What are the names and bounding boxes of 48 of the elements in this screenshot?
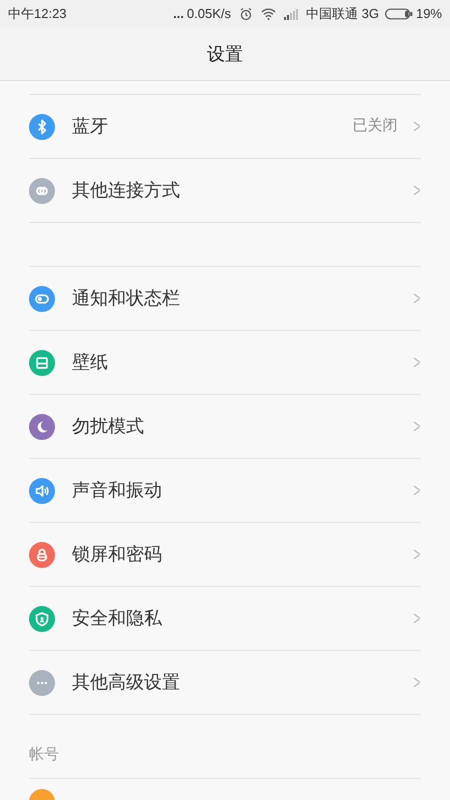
chevron-icon: > — [414, 348, 421, 378]
battery-percent: 19% — [416, 5, 442, 24]
row-label: 蓝牙 — [72, 115, 109, 138]
settings-row[interactable]: 声音和振动 > — [29, 459, 421, 523]
row-label: 声音和振动 — [72, 479, 163, 502]
chevron-icon: > — [414, 540, 421, 570]
row-value: 已关闭 — [352, 116, 398, 136]
settings-row[interactable]: 其他高级设置 > — [29, 651, 421, 715]
row-label: 其他连接方式 — [72, 179, 181, 202]
bluetooth-icon — [29, 114, 55, 140]
link-icon — [29, 178, 55, 204]
chevron-icon: > — [414, 668, 421, 698]
chevron-icon: > — [414, 604, 421, 634]
row-label: 安全和隐私 — [72, 607, 163, 630]
wifi-icon — [261, 8, 276, 20]
carrier-name: 中国联通 3G — [306, 5, 379, 24]
shield-icon — [29, 606, 55, 632]
settings-row[interactable]: 壁纸 > — [29, 331, 421, 395]
chevron-icon: > — [414, 412, 421, 442]
settings-row[interactable]: 通知和状态栏 > — [29, 267, 421, 331]
row-label: 通知和状态栏 — [72, 287, 181, 310]
settings-row[interactable]: 蓝牙 已关闭 > — [29, 95, 421, 159]
network-speed: 0.05K/s — [186, 5, 231, 24]
chevron-icon: > — [414, 176, 421, 206]
chevron-icon: > — [414, 476, 421, 506]
status-time: 中午12:23 — [8, 5, 67, 24]
chevron-icon: > — [414, 284, 421, 314]
section-header: 帐号 — [29, 744, 59, 764]
more-icon — [29, 670, 55, 696]
settings-row[interactable]: 安全和隐私 > — [29, 587, 421, 651]
wallpaper-icon — [29, 350, 55, 376]
alarm-clock-icon — [239, 7, 253, 21]
settings-row[interactable]: 其他连接方式 > — [29, 159, 421, 223]
row-label: 勿扰模式 — [72, 415, 145, 438]
speaker-icon — [29, 478, 55, 504]
page-title: 设置 — [207, 42, 243, 66]
chevron-icon: > — [414, 112, 421, 142]
row-label: 壁纸 — [72, 351, 109, 374]
signal-icon — [284, 8, 298, 20]
toggle-icon — [29, 286, 55, 312]
settings-row[interactable]: 勿扰模式 > — [29, 395, 421, 459]
battery-icon — [384, 8, 413, 20]
row-label: 其他高级设置 — [72, 671, 181, 694]
settings-row[interactable]: 锁屏和密码 > — [29, 523, 421, 587]
lock-icon — [29, 542, 55, 568]
moon-icon — [29, 414, 55, 440]
row-label: 锁屏和密码 — [72, 543, 163, 566]
activity-dots: ... — [173, 5, 184, 24]
